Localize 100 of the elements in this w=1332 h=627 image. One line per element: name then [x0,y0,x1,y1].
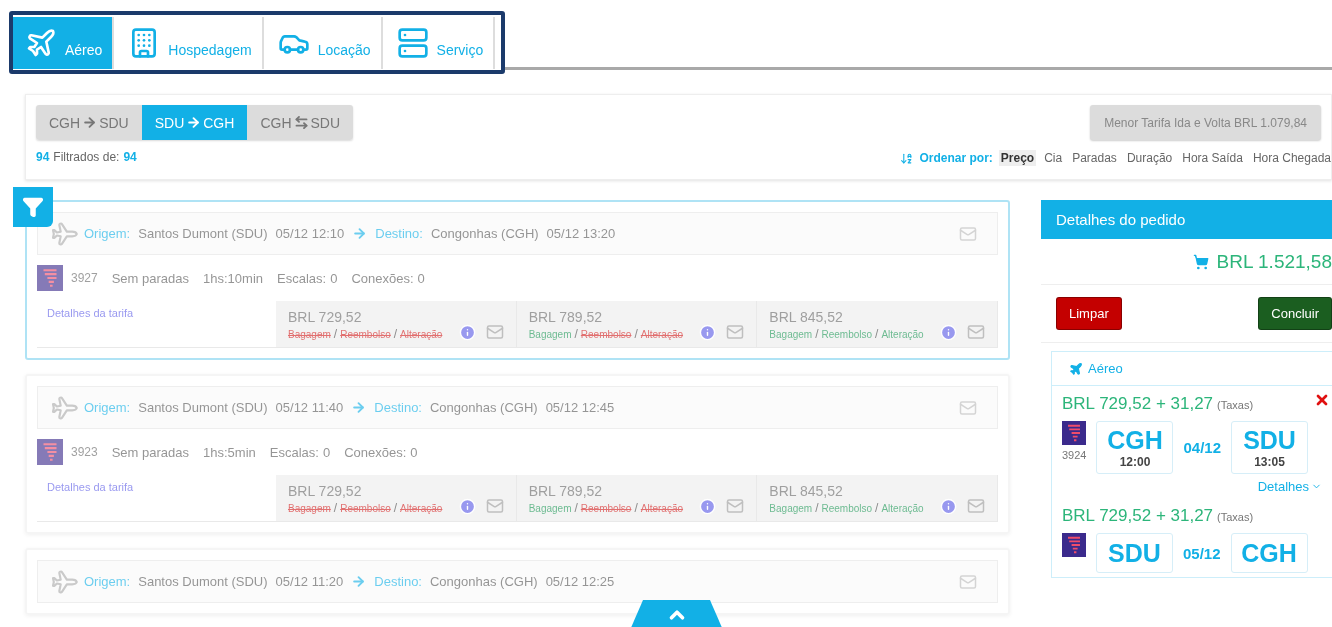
route-tab[interactable]: SDU CGH [141,105,248,140]
close-icon [1314,392,1330,408]
layovers-label: Escalas: [269,444,319,460]
fare-price: BRL 729,52 [288,309,363,325]
arrow-right-icon [186,115,202,130]
airport-box: CGH [1230,533,1308,573]
sort-option[interactable]: Duração [1124,150,1175,166]
mail-icon [485,323,504,341]
info-icon [458,498,476,515]
fare-condition: Alteração [881,503,924,514]
fare-condition: Alteração [400,503,443,514]
remove-button[interactable] [1314,392,1330,408]
sort-option[interactable]: Hora Chegada [1250,150,1332,166]
destination-airport: Congonhas (CGH) [430,574,538,589]
connections-label: Conexões: [344,444,407,460]
airline-logo [37,439,63,465]
fare-condition: Reembolso [821,503,873,514]
fare-option[interactable]: BRL 789,52 Bagagem / Reembolso / Alteração [516,301,758,347]
mail-icon [959,224,977,243]
arrow-right-icon [352,226,368,241]
fare-price: BRL 729,52 [288,483,363,499]
duration-text: 1hs:10min [203,270,263,286]
finish-button[interactable]: Concluir [1258,297,1332,330]
fare-condition: Reembolso [821,329,873,340]
arrival-time: 05/12 12:25 [545,574,615,589]
departure-time: 05/12 12:10 [275,226,345,241]
clear-button[interactable]: Limpar [1056,297,1122,330]
destination-airport: Congonhas (CGH) [430,226,539,241]
stops-text: Sem paradas [111,444,190,460]
info-icon [940,324,957,341]
product-tab[interactable]: Aéreo [13,17,115,69]
route-tab[interactable]: CGH SDU [247,105,354,140]
lowest-fare-button[interactable]: Menor Tarifa Ida e Volta BRL 1.079,84 [1090,105,1321,140]
airport-box: CGH 12:00 [1096,421,1174,474]
destination-label: Destino: [374,574,422,589]
fare-condition: Bagagem [769,503,813,514]
mail-icon [485,497,504,515]
fare-condition: Alteração [640,329,683,340]
origin-label: Origem: [84,226,131,241]
filter-icon [22,196,44,218]
sort-option[interactable]: Preço [998,150,1037,166]
fare-condition: Bagagem [288,503,331,514]
mail-icon [959,572,977,591]
destination-label: Destino: [374,400,422,415]
info-icon [699,498,717,515]
mail-icon [726,497,745,515]
fare-option[interactable]: BRL 789,52 Bagagem / Reembolso / Alteração [516,475,758,521]
separator: / [634,501,638,515]
stops-text: Sem paradas [111,270,190,286]
filtered-label: Filtrados de: [53,150,120,164]
flight-number: 3924 [1062,449,1087,461]
fare-condition: Bagagem [288,329,331,340]
sort-option[interactable]: Hora Saída [1180,150,1245,166]
fare-price: BRL 789,52 [528,309,604,325]
fare-option[interactable]: BRL 845,52 Bagagem / Reembolso / Alteração [757,301,998,347]
departure-time: 05/12 11:40 [275,400,344,415]
filter-button[interactable] [13,187,53,227]
cart-icon [1192,253,1209,270]
fare-option[interactable]: BRL 845,52 Bagagem / Reembolso / Alteração [757,475,998,521]
connections-label: Conexões: [351,270,414,286]
separator: / [574,327,578,341]
separator: / [333,501,338,515]
sort-option[interactable]: Paradas [1070,150,1119,166]
separator: / [815,327,819,341]
fare-price: BRL 789,52 [528,483,604,499]
layovers-count: 0 [330,270,338,286]
departure-time: 05/12 11:20 [275,574,344,589]
details-link[interactable]: Detalhes [1257,479,1322,494]
arrow-right-icon [351,574,367,589]
separator: / [815,501,819,515]
origin-airport: Santos Dumont (SDU) [138,226,268,241]
route-tab[interactable]: CGH SDU [36,105,142,140]
flight-date: 04/12 [1183,439,1222,456]
sort-option[interactable]: Cia [1042,150,1065,166]
fare-details-link[interactable]: Detalhes da tarifa [37,475,276,521]
mail-icon [726,323,745,341]
flight-date: 05/12 [1183,544,1221,562]
separator: / [574,501,578,515]
origin-label: Origem: [84,574,131,589]
fare-details-link[interactable]: Detalhes da tarifa [37,301,276,347]
order-total: BRL 1.521,58 [1216,250,1332,273]
filtered-count: 94 [36,150,50,164]
fare-option[interactable]: BRL 729,52 Bagagem / Reembolso / Alteração [276,301,517,347]
sort-icon [900,151,914,165]
swap-arrows-icon [293,115,309,130]
fare-condition: Reembolso [340,329,391,340]
fare-condition: Bagagem [528,503,572,514]
destination-label: Destino: [375,226,423,241]
separator: / [875,501,879,515]
item-price: BRL 729,52 + 31,27 [1062,506,1214,526]
sort-label: Ordenar por: [919,151,993,165]
fare-option[interactable]: BRL 729,52 Bagagem / Reembolso / Alteração [276,475,517,521]
separator: / [875,327,879,341]
plane-icon [1069,361,1083,376]
fare-condition: Bagagem [769,329,813,340]
total-count: 94 [123,150,137,164]
separator: / [333,327,338,341]
origin-airport: Santos Dumont (SDU) [138,574,268,589]
origin-airport: Santos Dumont (SDU) [138,400,268,415]
info-icon [699,324,717,341]
